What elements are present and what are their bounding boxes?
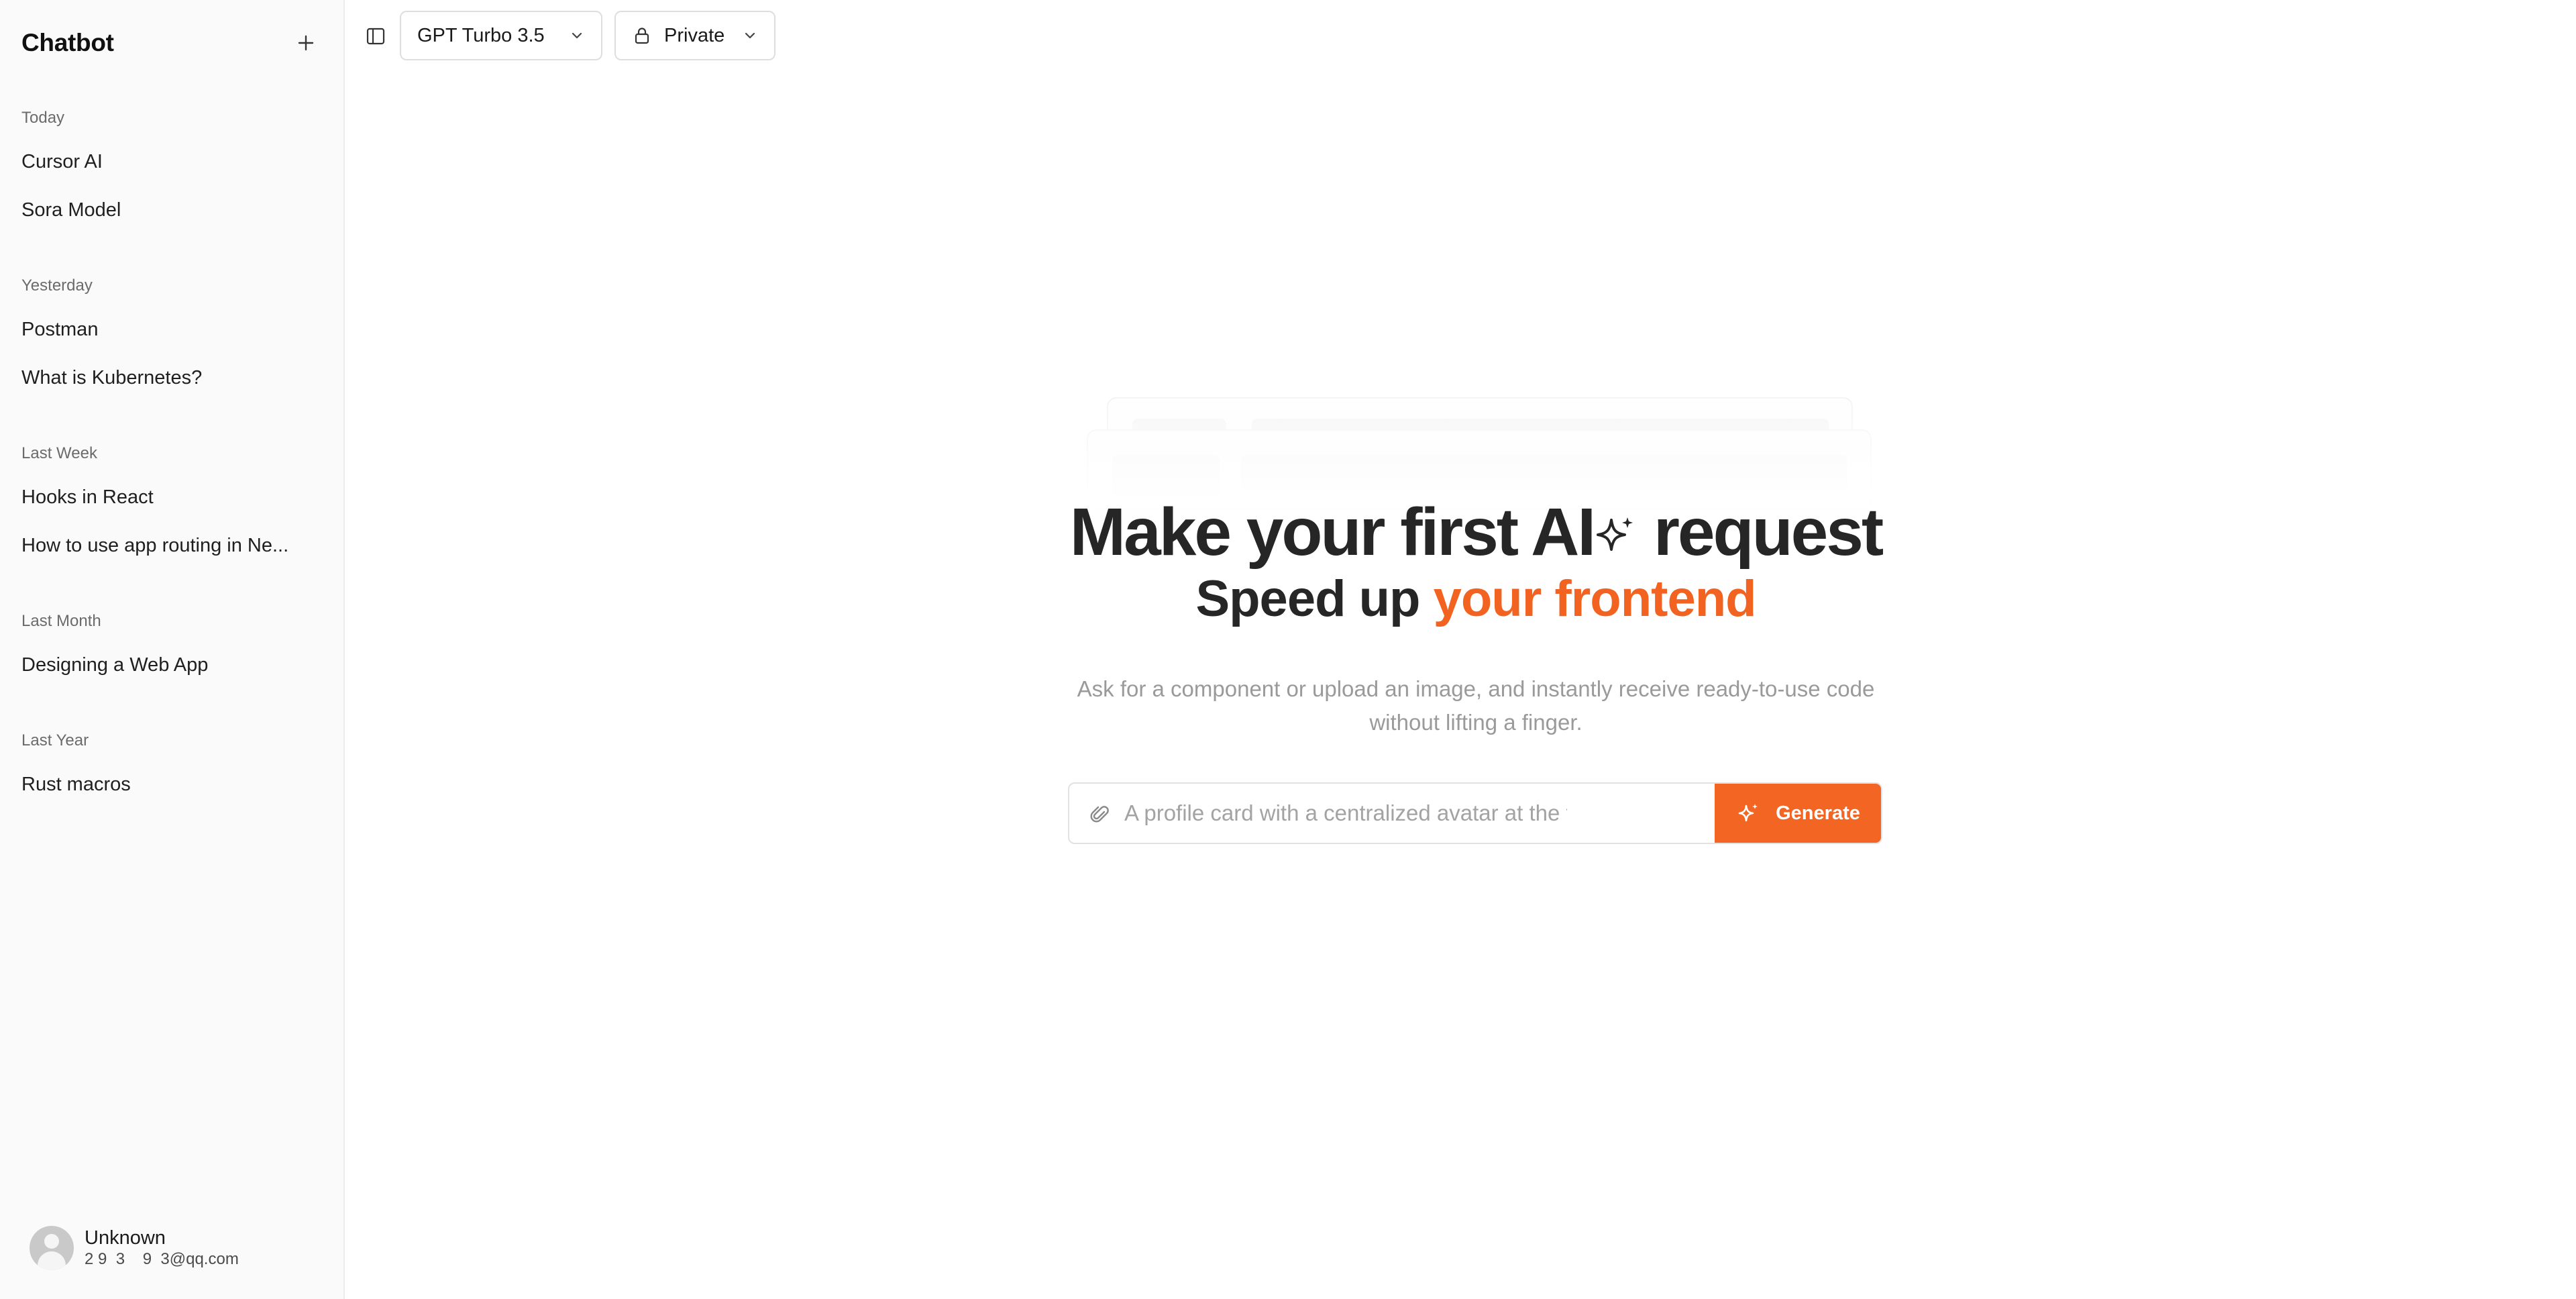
history-item[interactable]: How to use app routing in Ne...	[8, 525, 334, 566]
app-title: Chatbot	[21, 29, 114, 56]
history-item-label: What is Kubernetes?	[21, 366, 203, 388]
user-menu[interactable]: Unknown 2 9 3 9 3@qq.com	[30, 1221, 325, 1275]
sidebar-toggle-icon	[366, 28, 385, 45]
history-item-label: Cursor AI	[21, 150, 103, 172]
sidebar-header: Chatbot	[21, 25, 323, 60]
generate-button-label: Generate	[1776, 802, 1860, 824]
paperclip-icon	[1090, 806, 1109, 823]
hero-description: Ask for a component or upload an image, …	[1077, 676, 1875, 735]
group-label: Yesterday	[21, 276, 93, 295]
sparkle-icon	[1594, 498, 1637, 572]
group-label: Last Week	[21, 444, 97, 462]
history-item-label: Sora Model	[21, 199, 121, 221]
prompt-form: Generate	[1068, 782, 1882, 844]
history-item[interactable]: Designing a Web App	[8, 644, 334, 686]
hero-title: Make your first AI request	[1060, 495, 1892, 572]
model-select-value: GPT Turbo 3.5	[417, 24, 545, 46]
visibility-select-value: Private	[664, 24, 725, 46]
history-item[interactable]: Sora Model	[8, 189, 334, 231]
sparkle-icon	[1737, 802, 1760, 825]
group-label: Last Year	[21, 731, 89, 749]
history-item[interactable]: Hooks in React	[8, 476, 334, 518]
group-label: Today	[21, 109, 65, 127]
group-label: Last Month	[21, 612, 101, 630]
history-item[interactable]: What is Kubernetes?	[8, 357, 334, 399]
chevron-down-icon	[569, 28, 585, 44]
sidebar: Chatbot Today Cursor AI Sora Model Yeste…	[0, 0, 345, 1299]
hero-subtitle-prefix: Speed up	[1195, 570, 1434, 627]
sidebar-toggle-button[interactable]	[358, 19, 393, 54]
chevron-down-icon	[742, 28, 758, 44]
hero-title-end: request	[1637, 495, 1884, 570]
attach-button[interactable]	[1084, 798, 1116, 831]
history-item[interactable]: Postman	[8, 309, 334, 350]
generate-button[interactable]: Generate	[1715, 784, 1881, 843]
user-email: 2 9 3 9 3@qq.com	[85, 1250, 239, 1268]
visibility-select[interactable]: Private	[614, 11, 775, 60]
plus-icon	[298, 35, 314, 51]
history-item[interactable]: Cursor AI	[8, 141, 334, 183]
user-info: Unknown 2 9 3 9 3@qq.com	[85, 1227, 239, 1269]
hero-subtitle: Speed up your frontend	[1060, 570, 1892, 628]
new-chat-button[interactable]	[288, 25, 323, 60]
avatar-icon	[30, 1226, 74, 1270]
history-item-label: Designing a Web App	[21, 654, 209, 676]
history-item-label: Postman	[21, 318, 99, 340]
history-item[interactable]: Rust macros	[8, 764, 334, 805]
app-root: Chatbot Today Cursor AI Sora Model Yeste…	[0, 0, 2576, 1299]
hero-title-main: Make your first AI	[1069, 495, 1596, 570]
history-item-label: Hooks in React	[21, 486, 154, 508]
user-name: Unknown	[85, 1227, 166, 1249]
history-item-label: How to use app routing in Ne...	[21, 534, 289, 556]
history-item-label: Rust macros	[21, 773, 131, 795]
lock-icon	[632, 25, 652, 46]
hero-subtitle-accent: your frontend	[1433, 570, 1757, 627]
model-select[interactable]: GPT Turbo 3.5	[400, 11, 602, 60]
prompt-input[interactable]	[1124, 784, 1567, 843]
